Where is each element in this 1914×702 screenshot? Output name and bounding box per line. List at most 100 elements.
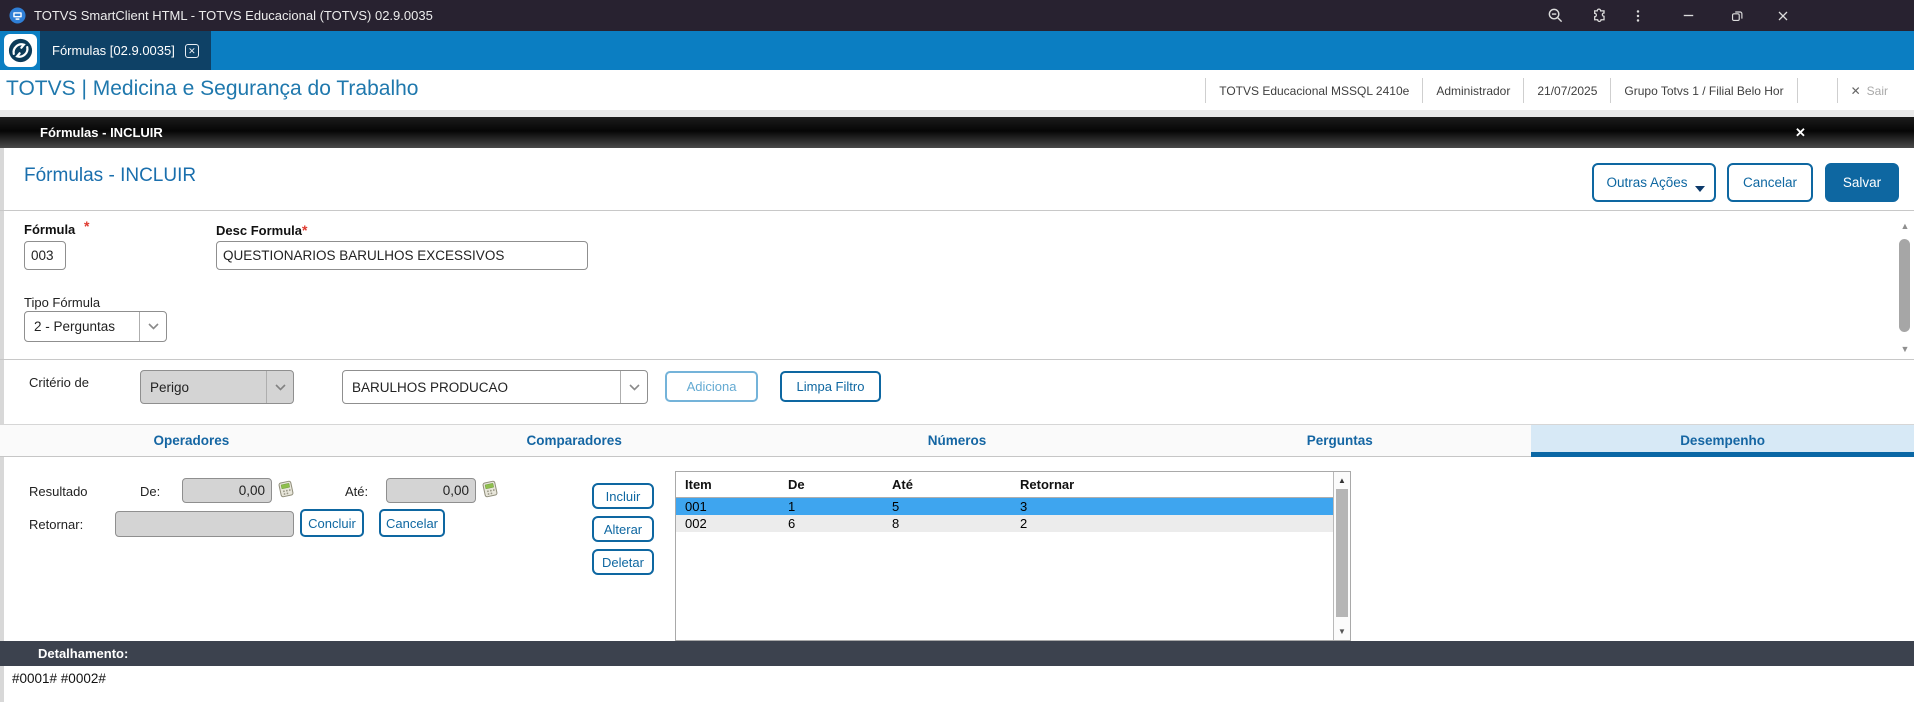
cell-retornar: 2 xyxy=(1020,516,1028,531)
de-label: De: xyxy=(140,484,161,499)
environment-name: TOTVS Educacional MSSQL 2410e xyxy=(1205,78,1422,103)
app-tab-formulas[interactable]: Fórmulas [02.9.0035] ✕ xyxy=(40,31,211,70)
formula-input[interactable] xyxy=(24,241,66,270)
scrollbar-thumb[interactable] xyxy=(1336,489,1348,617)
tab-desempenho[interactable]: Desempenho xyxy=(1531,425,1914,457)
scroll-up-icon[interactable]: ▲ xyxy=(1897,221,1913,231)
restore-button[interactable] xyxy=(1723,4,1751,27)
main-content: Fórmulas - INCLUIR Outras Ações Cancelar… xyxy=(0,148,1914,702)
cell-retornar: 3 xyxy=(1020,499,1028,514)
tab-comparadores[interactable]: Comparadores xyxy=(383,425,766,456)
page-title: Fórmulas - INCLUIR xyxy=(24,165,197,186)
cell-ate: 8 xyxy=(892,516,900,531)
deletar-button[interactable]: Deletar xyxy=(592,549,654,575)
logout-label: Sair xyxy=(1866,83,1888,98)
de-input[interactable] xyxy=(182,478,272,503)
branch-name: Grupo Totvs 1 / Filial Belo Hor xyxy=(1610,78,1796,103)
calculator-icon[interactable] xyxy=(276,479,296,499)
divider xyxy=(0,359,1914,360)
tipo-formula-value: 2 - Perguntas xyxy=(34,319,116,334)
column-retornar: Retornar xyxy=(1020,477,1075,492)
ate-input[interactable] xyxy=(386,478,476,503)
desc-formula-label-text: Desc Formula xyxy=(216,223,302,238)
column-ate: Até xyxy=(892,477,913,492)
tab-close-icon[interactable]: ✕ xyxy=(184,43,199,58)
cell-item: 002 xyxy=(685,516,707,531)
app-tabstrip: Fórmulas [02.9.0035] ✕ xyxy=(0,31,1914,70)
grid-header: Item De Até Retornar xyxy=(676,472,1350,498)
grid-scrollbar[interactable]: ▲ ▼ xyxy=(1333,472,1350,640)
concluir-button[interactable]: Concluir xyxy=(300,509,364,537)
grid-row[interactable]: 002 6 8 2 xyxy=(676,515,1350,532)
module-title: TOTVS | Medicina e Segurança do Trabalho xyxy=(6,77,419,100)
cell-ate: 5 xyxy=(892,499,900,514)
formula-label: Fórmula xyxy=(24,222,76,237)
tabs-bar: Operadores Comparadores Números Pergunta… xyxy=(0,424,1914,457)
environment-info: TOTVS Educacional MSSQL 2410e Administra… xyxy=(1205,78,1901,103)
panel-close-icon[interactable]: ✕ xyxy=(1795,117,1806,148)
desc-formula-input[interactable] xyxy=(216,241,588,270)
totvs-logo-icon[interactable] xyxy=(4,34,37,67)
panel-titlebar: Fórmulas - INCLUIR ✕ xyxy=(0,117,1914,148)
panel-title: Fórmulas - INCLUIR xyxy=(40,125,163,140)
close-button[interactable] xyxy=(1769,4,1797,27)
alterar-button[interactable]: Alterar xyxy=(592,516,654,542)
chevron-down-icon xyxy=(620,371,647,403)
detalhamento-label: Detalhamento: xyxy=(38,646,129,661)
save-button[interactable]: Salvar xyxy=(1825,163,1899,202)
current-date: 21/07/2025 xyxy=(1523,78,1610,103)
required-marker: * xyxy=(301,222,308,238)
menu-kebab-icon[interactable] xyxy=(1624,4,1652,27)
chevron-down-icon xyxy=(139,312,166,341)
tab-operadores[interactable]: Operadores xyxy=(0,425,383,456)
zoom-search-icon[interactable] xyxy=(1541,4,1569,27)
tab-perguntas[interactable]: Perguntas xyxy=(1148,425,1531,456)
criterio-label: Critério de xyxy=(29,375,89,390)
header-spacer xyxy=(1796,78,1837,103)
criterio-tipo-select[interactable]: Perigo xyxy=(140,370,294,404)
divider xyxy=(0,210,1914,211)
header-divider xyxy=(0,110,1914,117)
detalhamento-bar: Detalhamento: xyxy=(0,641,1914,666)
retornar-label: Retornar: xyxy=(29,517,84,532)
resultado-label: Resultado xyxy=(29,484,88,499)
scrollbar-thumb[interactable] xyxy=(1899,239,1910,332)
other-actions-label: Outras Ações xyxy=(1606,175,1688,190)
dropdown-arrow-icon xyxy=(1695,186,1705,192)
column-item: Item xyxy=(685,477,712,492)
cancelar-item-button[interactable]: Cancelar xyxy=(379,509,445,537)
adiciona-button[interactable]: Adiciona xyxy=(665,371,758,402)
incluir-button[interactable]: Incluir xyxy=(592,483,654,509)
app-icon xyxy=(9,7,26,24)
tipo-formula-label: Tipo Fórmula xyxy=(24,295,101,310)
desc-formula-label: Desc Formula* xyxy=(216,222,307,238)
window-titlebar: TOTVS SmartClient HTML - TOTVS Educacion… xyxy=(0,0,1914,31)
tab-numeros[interactable]: Números xyxy=(766,425,1149,456)
ate-label: Até: xyxy=(345,484,369,499)
chevron-down-icon xyxy=(266,371,293,403)
scroll-down-icon[interactable]: ▼ xyxy=(1897,344,1913,354)
calculator-icon[interactable] xyxy=(480,479,500,499)
tipo-formula-select[interactable]: 2 - Perguntas xyxy=(24,311,167,342)
window-title: TOTVS SmartClient HTML - TOTVS Educacion… xyxy=(34,8,433,23)
extensions-icon[interactable] xyxy=(1584,4,1612,27)
criterio-tipo-value: Perigo xyxy=(150,379,190,395)
criterio-valor-select[interactable]: BARULHOS PRODUCAO xyxy=(342,370,648,404)
user-name: Administrador xyxy=(1422,78,1523,103)
close-icon: ✕ xyxy=(1850,83,1861,98)
criterio-valor-value: BARULHOS PRODUCAO xyxy=(352,379,509,395)
retornar-input[interactable] xyxy=(115,511,294,537)
app-tab-label: Fórmulas [02.9.0035] xyxy=(52,43,175,58)
minimize-button[interactable] xyxy=(1674,4,1702,27)
cancel-button[interactable]: Cancelar xyxy=(1727,163,1813,202)
screen: TOTVS SmartClient HTML - TOTVS Educacion… xyxy=(0,0,1914,702)
scroll-down-icon[interactable]: ▼ xyxy=(1334,624,1350,639)
grid-row-selected[interactable]: 001 1 5 3 xyxy=(676,498,1350,515)
logout-button[interactable]: ✕ Sair xyxy=(1836,78,1901,103)
other-actions-button[interactable]: Outras Ações xyxy=(1592,163,1716,202)
required-marker: * xyxy=(84,218,90,234)
app-header: TOTVS | Medicina e Segurança do Trabalho… xyxy=(0,70,1914,110)
scroll-up-icon[interactable]: ▲ xyxy=(1334,473,1350,488)
cell-de: 1 xyxy=(788,499,796,514)
limpa-filtro-button[interactable]: Limpa Filtro xyxy=(780,371,881,402)
